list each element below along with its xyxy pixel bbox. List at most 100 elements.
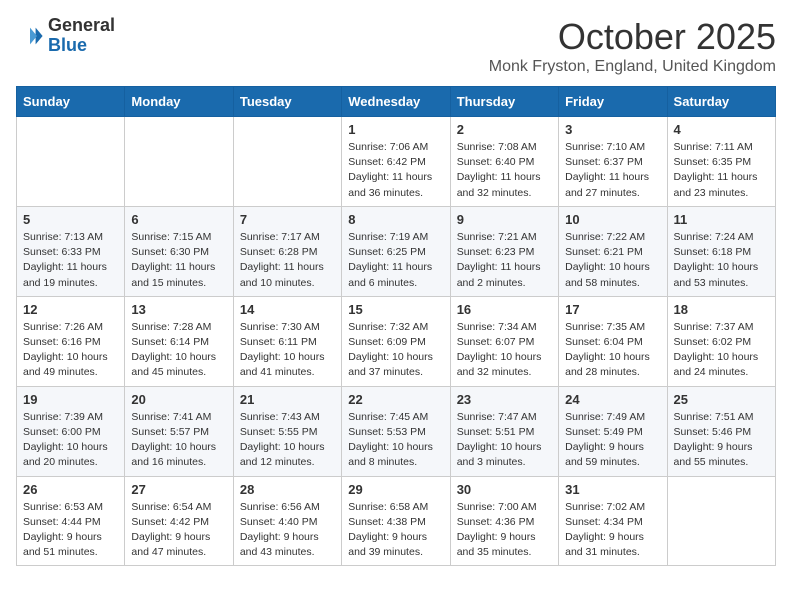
day-info: Sunrise: 7:45 AM Sunset: 5:53 PM Dayligh… xyxy=(348,410,443,471)
day-number: 31 xyxy=(565,482,660,497)
day-info: Sunrise: 7:37 AM Sunset: 6:02 PM Dayligh… xyxy=(674,320,769,381)
calendar-cell-w2-d2: 6 Sunrise: 7:15 AM Sunset: 6:30 PM Daylig… xyxy=(125,206,233,296)
day-number: 24 xyxy=(565,392,660,407)
calendar-cell-w2-d1: 5Sunrise: 7:13 AM Sunset: 6:33 PM Daylig… xyxy=(17,206,125,296)
day-number: 6 xyxy=(131,212,226,227)
calendar-cell-w5-d7 xyxy=(667,476,775,566)
day-info: Sunrise: 7:24 AM Sunset: 6:18 PM Dayligh… xyxy=(674,230,769,291)
calendar-header-row: Sunday Monday Tuesday Wednesday Thursday… xyxy=(17,87,776,117)
day-info: Sunrise: 7:51 AM Sunset: 5:46 PM Dayligh… xyxy=(674,410,769,471)
month-title: October 2025 xyxy=(489,16,776,58)
calendar-cell-w2-d4: 8 Sunrise: 7:19 AM Sunset: 6:25 PM Daylig… xyxy=(342,206,450,296)
calendar-week-2: 5Sunrise: 7:13 AM Sunset: 6:33 PM Daylig… xyxy=(17,206,776,296)
day-info: Sunrise: 7:06 AM Sunset: 6:42 PM Dayligh… xyxy=(348,140,443,201)
day-info: Sunrise: 7:39 AM Sunset: 6:00 PM Dayligh… xyxy=(23,410,118,471)
day-number: 29 xyxy=(348,482,443,497)
calendar-cell-w2-d3: 7Sunrise: 7:17 AM Sunset: 6:28 PM Daylig… xyxy=(233,206,341,296)
calendar-table: Sunday Monday Tuesday Wednesday Thursday… xyxy=(16,86,776,566)
day-info: Sunrise: 7:11 AM Sunset: 6:35 PM Dayligh… xyxy=(674,140,769,201)
day-info: Sunrise: 7:41 AM Sunset: 5:57 PM Dayligh… xyxy=(131,410,226,471)
title-block: October 2025 Monk Fryston, England, Unit… xyxy=(489,16,776,76)
col-tuesday: Tuesday xyxy=(233,87,341,117)
calendar-cell-w3-d2: 13 Sunrise: 7:28 AM Sunset: 6:14 PM Dayli… xyxy=(125,296,233,386)
calendar-cell-w5-d1: 26 Sunrise: 6:53 AM Sunset: 4:44 PM Dayli… xyxy=(17,476,125,566)
day-info: Sunrise: 7:08 AM Sunset: 6:40 PM Dayligh… xyxy=(457,140,552,201)
calendar-cell-w4-d6: 24Sunrise: 7:49 AM Sunset: 5:49 PM Dayli… xyxy=(559,386,667,476)
day-number: 5 xyxy=(23,212,118,227)
day-info: Sunrise: 7:26 AM Sunset: 6:16 PM Dayligh… xyxy=(23,320,118,381)
calendar-cell-w5-d3: 28 Sunrise: 6:56 AM Sunset: 4:40 PM Dayli… xyxy=(233,476,341,566)
logo: General Blue xyxy=(16,16,115,56)
day-info: Sunrise: 7:43 AM Sunset: 5:55 PM Dayligh… xyxy=(240,410,335,471)
location: Monk Fryston, England, United Kingdom xyxy=(489,58,776,76)
calendar-cell-w1-d6: 3 Sunrise: 7:10 AM Sunset: 6:37 PM Daylig… xyxy=(559,117,667,207)
calendar-cell-w4-d2: 20 Sunrise: 7:41 AM Sunset: 5:57 PM Dayli… xyxy=(125,386,233,476)
day-info: Sunrise: 6:54 AM Sunset: 4:42 PM Dayligh… xyxy=(131,500,226,561)
day-number: 25 xyxy=(674,392,769,407)
day-info: Sunrise: 7:28 AM Sunset: 6:14 PM Dayligh… xyxy=(131,320,226,381)
day-number: 12 xyxy=(23,302,118,317)
day-info: Sunrise: 7:15 AM Sunset: 6:30 PM Dayligh… xyxy=(131,230,226,291)
day-info: Sunrise: 7:34 AM Sunset: 6:07 PM Dayligh… xyxy=(457,320,552,381)
calendar-cell-w3-d6: 17 Sunrise: 7:35 AM Sunset: 6:04 PM Dayli… xyxy=(559,296,667,386)
day-number: 20 xyxy=(131,392,226,407)
calendar-cell-w2-d7: 11 Sunrise: 7:24 AM Sunset: 6:18 PM Dayli… xyxy=(667,206,775,296)
calendar-cell-w4-d4: 22 Sunrise: 7:45 AM Sunset: 5:53 PM Dayli… xyxy=(342,386,450,476)
calendar-cell-w4-d1: 19 Sunrise: 7:39 AM Sunset: 6:00 PM Dayli… xyxy=(17,386,125,476)
col-thursday: Thursday xyxy=(450,87,558,117)
day-info: Sunrise: 7:35 AM Sunset: 6:04 PM Dayligh… xyxy=(565,320,660,381)
calendar-cell-w5-d5: 30Sunrise: 7:00 AM Sunset: 4:36 PM Dayli… xyxy=(450,476,558,566)
calendar-cell-w2-d6: 10Sunrise: 7:22 AM Sunset: 6:21 PM Dayli… xyxy=(559,206,667,296)
col-sunday: Sunday xyxy=(17,87,125,117)
day-number: 19 xyxy=(23,392,118,407)
calendar-cell-w1-d7: 4 Sunrise: 7:11 AM Sunset: 6:35 PM Daylig… xyxy=(667,117,775,207)
calendar-week-3: 12 Sunrise: 7:26 AM Sunset: 6:16 PM Dayli… xyxy=(17,296,776,386)
calendar-cell-w3-d4: 15 Sunrise: 7:32 AM Sunset: 6:09 PM Dayli… xyxy=(342,296,450,386)
calendar-cell-w5-d6: 31 Sunrise: 7:02 AM Sunset: 4:34 PM Dayli… xyxy=(559,476,667,566)
logo-text: General Blue xyxy=(48,16,115,56)
day-number: 4 xyxy=(674,122,769,137)
day-number: 2 xyxy=(457,122,552,137)
day-info: Sunrise: 7:02 AM Sunset: 4:34 PM Dayligh… xyxy=(565,500,660,561)
day-number: 8 xyxy=(348,212,443,227)
col-wednesday: Wednesday xyxy=(342,87,450,117)
day-number: 18 xyxy=(674,302,769,317)
day-info: Sunrise: 7:10 AM Sunset: 6:37 PM Dayligh… xyxy=(565,140,660,201)
calendar-cell-w1-d1 xyxy=(17,117,125,207)
calendar-cell-w4-d7: 25 Sunrise: 7:51 AM Sunset: 5:46 PM Dayli… xyxy=(667,386,775,476)
day-number: 17 xyxy=(565,302,660,317)
logo-general-text: General xyxy=(48,16,115,36)
calendar-cell-w1-d5: 2 Sunrise: 7:08 AM Sunset: 6:40 PM Daylig… xyxy=(450,117,558,207)
day-info: Sunrise: 6:53 AM Sunset: 4:44 PM Dayligh… xyxy=(23,500,118,561)
day-number: 13 xyxy=(131,302,226,317)
calendar-cell-w1-d4: 1Sunrise: 7:06 AM Sunset: 6:42 PM Daylig… xyxy=(342,117,450,207)
day-number: 11 xyxy=(674,212,769,227)
day-number: 14 xyxy=(240,302,335,317)
calendar-cell-w1-d2 xyxy=(125,117,233,207)
day-info: Sunrise: 6:56 AM Sunset: 4:40 PM Dayligh… xyxy=(240,500,335,561)
col-monday: Monday xyxy=(125,87,233,117)
day-number: 7 xyxy=(240,212,335,227)
col-friday: Friday xyxy=(559,87,667,117)
day-number: 21 xyxy=(240,392,335,407)
calendar-cell-w3-d1: 12 Sunrise: 7:26 AM Sunset: 6:16 PM Dayli… xyxy=(17,296,125,386)
logo-icon xyxy=(16,22,44,50)
day-number: 22 xyxy=(348,392,443,407)
day-number: 16 xyxy=(457,302,552,317)
calendar-cell-w3-d3: 14Sunrise: 7:30 AM Sunset: 6:11 PM Dayli… xyxy=(233,296,341,386)
day-number: 26 xyxy=(23,482,118,497)
calendar-cell-w3-d7: 18 Sunrise: 7:37 AM Sunset: 6:02 PM Dayli… xyxy=(667,296,775,386)
logo-blue-text: Blue xyxy=(48,36,115,56)
day-info: Sunrise: 7:32 AM Sunset: 6:09 PM Dayligh… xyxy=(348,320,443,381)
day-info: Sunrise: 7:19 AM Sunset: 6:25 PM Dayligh… xyxy=(348,230,443,291)
day-number: 30 xyxy=(457,482,552,497)
calendar-week-4: 19 Sunrise: 7:39 AM Sunset: 6:00 PM Dayli… xyxy=(17,386,776,476)
day-number: 28 xyxy=(240,482,335,497)
day-number: 23 xyxy=(457,392,552,407)
day-info: Sunrise: 7:21 AM Sunset: 6:23 PM Dayligh… xyxy=(457,230,552,291)
day-number: 3 xyxy=(565,122,660,137)
calendar-cell-w4-d5: 23Sunrise: 7:47 AM Sunset: 5:51 PM Dayli… xyxy=(450,386,558,476)
calendar-cell-w5-d4: 29Sunrise: 6:58 AM Sunset: 4:38 PM Dayli… xyxy=(342,476,450,566)
calendar-week-1: 1Sunrise: 7:06 AM Sunset: 6:42 PM Daylig… xyxy=(17,117,776,207)
day-number: 15 xyxy=(348,302,443,317)
